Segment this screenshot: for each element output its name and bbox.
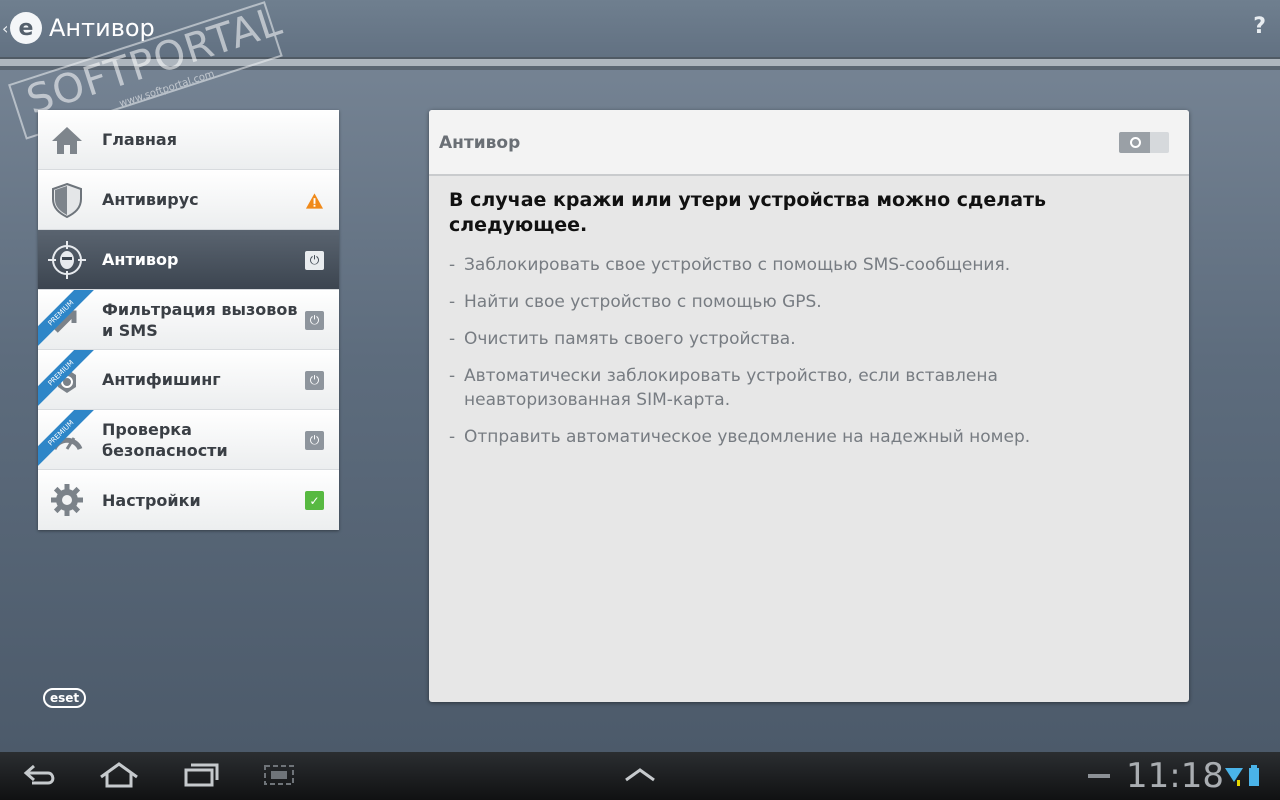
list-item: Заблокировать свое устройство с помощью … bbox=[449, 253, 1129, 277]
watermark-url: www.softportal.com bbox=[118, 68, 216, 110]
panel-body: В случае кражи или утери устройства можн… bbox=[429, 176, 1189, 449]
app-title: Антивор bbox=[49, 14, 155, 42]
content-panel: Антивор В случае кражи или утери устройс… bbox=[429, 110, 1189, 702]
menu-item-label: Антифишинг bbox=[102, 370, 221, 389]
screenshot-icon[interactable] bbox=[262, 760, 296, 797]
clock: 11:18 bbox=[1126, 756, 1224, 796]
security-audit-icon bbox=[48, 421, 86, 459]
home-icon[interactable] bbox=[98, 760, 140, 797]
power-icon: ⏻ bbox=[305, 431, 324, 450]
home-icon bbox=[48, 121, 86, 159]
menu-item-security-audit[interactable]: PREMIUM Проверка безопасности ⏻ bbox=[38, 410, 339, 470]
list-item: Автоматически заблокировать устройство, … bbox=[449, 364, 1129, 412]
system-bar: 11:18 bbox=[0, 752, 1280, 800]
menu-item-label: Настройки bbox=[102, 490, 201, 510]
menu-item-label: Антивирус bbox=[102, 190, 199, 209]
recent-apps-icon[interactable] bbox=[182, 760, 220, 797]
shield-icon bbox=[48, 181, 86, 219]
menu-item-label: Главная bbox=[102, 130, 177, 149]
back-icon[interactable] bbox=[22, 760, 58, 797]
panel-header: Антивор bbox=[429, 110, 1189, 176]
menu-item-label: Фильтрация вызовов и SMS bbox=[102, 299, 298, 340]
power-icon: ⏻ bbox=[305, 251, 324, 270]
power-icon: ⏻ bbox=[305, 371, 324, 390]
wifi-icon bbox=[1224, 764, 1244, 793]
gear-icon bbox=[48, 481, 86, 519]
menu-item-antitheft[interactable]: Антивор ⏻ bbox=[38, 230, 339, 290]
menu-item-antiphishing[interactable]: PREMIUM Антифишинг ⏻ bbox=[38, 350, 339, 410]
check-icon: ✓ bbox=[305, 491, 324, 510]
power-icon: ⏻ bbox=[305, 311, 324, 330]
action-bar: ‹ e Антивор ? bbox=[0, 0, 1280, 57]
list-item: Отправить автоматическое уведомление на … bbox=[449, 425, 1129, 449]
toggle-knob-icon bbox=[1130, 137, 1141, 148]
warning-icon bbox=[305, 191, 324, 210]
call-filter-icon bbox=[48, 301, 86, 339]
minimize-icon[interactable] bbox=[1086, 760, 1112, 797]
menu-item-settings[interactable]: Настройки ✓ bbox=[38, 470, 339, 530]
action-bar-divider bbox=[0, 57, 1280, 70]
menu-item-antivirus[interactable]: Антивирус bbox=[38, 170, 339, 230]
list-item: Очистить память своего устройства. bbox=[449, 327, 1129, 351]
antiphishing-icon bbox=[48, 361, 86, 399]
menu-item-label: Проверка безопасности bbox=[102, 419, 228, 460]
feature-list: Заблокировать свое устройство с помощью … bbox=[449, 253, 1169, 449]
menu-item-label: Антивор bbox=[102, 250, 179, 269]
list-item: Найти свое устройство с помощью GPS. bbox=[449, 290, 1129, 314]
eset-app-icon[interactable]: e bbox=[10, 12, 42, 44]
menu-item-home[interactable]: Главная bbox=[38, 110, 339, 170]
menu-up-icon[interactable] bbox=[622, 760, 658, 797]
antitheft-toggle[interactable] bbox=[1119, 132, 1169, 153]
battery-icon bbox=[1248, 764, 1260, 793]
panel-title: Антивор bbox=[439, 133, 521, 153]
help-button[interactable]: ? bbox=[1253, 14, 1266, 39]
eset-logo: eset bbox=[43, 688, 87, 708]
main-menu: Главная Антивирус Антивор ⏻ PREMIUM Филь… bbox=[38, 110, 339, 530]
antitheft-icon bbox=[48, 241, 86, 279]
menu-item-call-filter[interactable]: PREMIUM Фильтрация вызовов и SMS ⏻ bbox=[38, 290, 339, 350]
panel-heading: В случае кражи или утери устройства можн… bbox=[449, 189, 1047, 236]
app-logo-letter: e bbox=[18, 15, 34, 41]
